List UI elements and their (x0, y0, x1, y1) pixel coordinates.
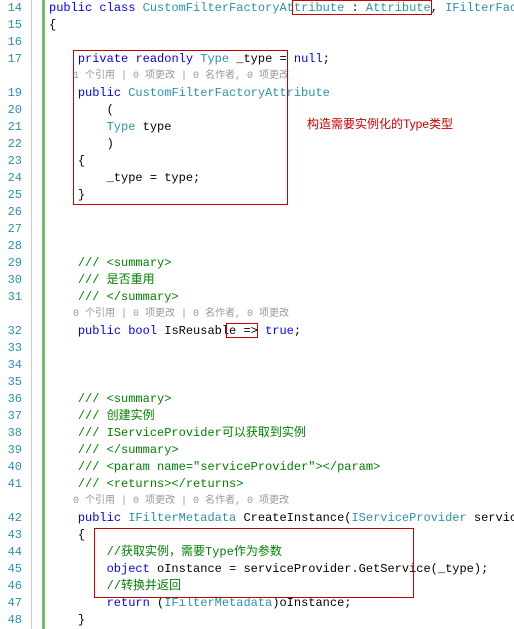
brace: } (78, 613, 85, 627)
doc-comment: /// <summary> (78, 256, 172, 270)
param: serviceProvider) (467, 511, 514, 525)
line-number: 48 (0, 612, 22, 629)
line-number: 26 (0, 204, 22, 221)
annotation-text: 构造需要实例化的Type类型 (307, 115, 453, 132)
method-name: CreateInstance( (236, 511, 351, 525)
line-number: 32 (0, 323, 22, 340)
line-number: 20 (0, 102, 22, 119)
stmt: oInstance = serviceProvider.GetService(_… (150, 562, 488, 576)
paren: ) (107, 137, 114, 151)
line-number: 21 (0, 119, 22, 136)
text: ; (294, 324, 301, 338)
doc-comment: /// </summary> (78, 290, 179, 304)
line-number: 42 (0, 510, 22, 527)
paren: ( (107, 103, 114, 117)
keyword: private (78, 52, 128, 66)
keyword: return (107, 596, 150, 610)
type: IFilterMetadata (164, 596, 272, 610)
line-number: 45 (0, 561, 22, 578)
brace: } (78, 188, 85, 202)
line-number (0, 68, 22, 85)
doc-comment: /// IServiceProvider可以获取到实例 (78, 426, 306, 440)
line-number: 22 (0, 136, 22, 153)
line-number: 46 (0, 578, 22, 595)
line-number: 41 (0, 476, 22, 493)
line-number: 35 (0, 374, 22, 391)
param-type: IServiceProvider (351, 511, 466, 525)
keyword: public (49, 1, 92, 15)
doc-comment: /// <returns></returns> (78, 477, 244, 491)
keyword: bool (128, 324, 157, 338)
line-number: 43 (0, 527, 22, 544)
text: , (431, 1, 445, 15)
doc-comment: /// 创建实例 (78, 409, 155, 423)
doc-comment: /// <summary> (78, 392, 172, 406)
line-number: 39 (0, 442, 22, 459)
line-number: 40 (0, 459, 22, 476)
collapse-bar[interactable] (28, 0, 42, 629)
line-number: 47 (0, 595, 22, 612)
line-number: 44 (0, 544, 22, 561)
code-area[interactable]: public class CustomFilterFactoryAttribut… (45, 0, 514, 629)
doc-comment: /// <param name="serviceProvider"></para… (78, 460, 380, 474)
comment: //转换并返回 (107, 579, 181, 593)
brace: { (78, 154, 85, 168)
keyword: public (78, 511, 121, 525)
member: IsReusable => (157, 324, 265, 338)
text: ( (150, 596, 164, 610)
brace: { (49, 17, 514, 34)
line-number: 29 (0, 255, 22, 272)
codelens[interactable]: 1 个引用 | 0 项更改 | 0 名作者, 0 项更改 (49, 68, 514, 85)
keyword: class (99, 1, 135, 15)
line-number: 27 (0, 221, 22, 238)
comment: //获取实例，需要Type作为参数 (107, 545, 282, 559)
ctor-name: CustomFilterFactoryAttribute (121, 86, 330, 100)
keyword: null (294, 52, 323, 66)
line-number: 30 (0, 272, 22, 289)
doc-comment: /// </summary> (78, 443, 179, 457)
keyword: public (78, 86, 121, 100)
line-number: 24 (0, 170, 22, 187)
line-number: 17 (0, 51, 22, 68)
codelens[interactable]: 0 个引用 | 0 项更改 | 0 名作者, 0 项更改 (49, 306, 514, 323)
line-number: 14 (0, 0, 22, 17)
type: Type (200, 52, 229, 66)
keyword: public (78, 324, 121, 338)
line-number: 33 (0, 340, 22, 357)
line-number (0, 493, 22, 510)
text: : (344, 1, 366, 15)
interface-type: IFilterFactory (445, 1, 514, 15)
keyword: true (265, 324, 294, 338)
line-number: 16 (0, 34, 22, 51)
keyword: object (107, 562, 150, 576)
line-number: 25 (0, 187, 22, 204)
type: Type (107, 120, 136, 134)
line-number: 37 (0, 408, 22, 425)
doc-comment: /// 是否重用 (78, 273, 155, 287)
line-number (0, 306, 22, 323)
line-number: 34 (0, 357, 22, 374)
return-type: IFilterMetadata (128, 511, 236, 525)
brace: { (78, 528, 85, 542)
text: _type = (229, 52, 294, 66)
param: type (135, 120, 171, 134)
stmt: _type = type; (107, 171, 201, 185)
codelens[interactable]: 0 个引用 | 0 项更改 | 0 名作者, 0 项更改 (49, 493, 514, 510)
line-number: 31 (0, 289, 22, 306)
line-number: 19 (0, 85, 22, 102)
text: ; (323, 52, 330, 66)
text: )oInstance; (272, 596, 351, 610)
line-number: 15 (0, 17, 22, 34)
base-type: Attribute (366, 1, 431, 15)
code-editor[interactable]: 14151617 19202122232425262728293031 323334… (0, 0, 514, 629)
line-number: 23 (0, 153, 22, 170)
line-number-gutter: 14151617 19202122232425262728293031 323334… (0, 0, 28, 629)
class-name: CustomFilterFactoryAttribute (143, 1, 345, 15)
line-number: 38 (0, 425, 22, 442)
line-number: 36 (0, 391, 22, 408)
line-number: 28 (0, 238, 22, 255)
keyword: readonly (135, 52, 193, 66)
